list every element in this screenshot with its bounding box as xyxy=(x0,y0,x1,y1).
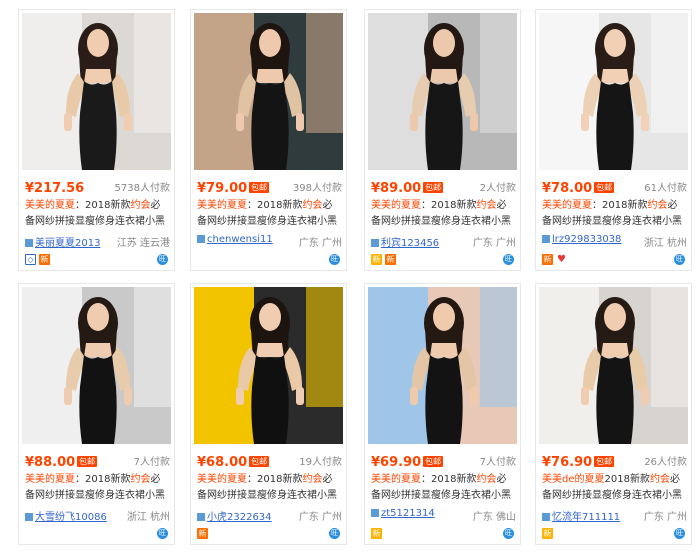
price: ¥79.00 xyxy=(197,181,248,196)
free-shipping-badge: 包邮 xyxy=(423,182,444,193)
price: ¥68.00 xyxy=(197,455,248,470)
product-image[interactable] xyxy=(539,13,688,170)
sales-count: 398人付款 xyxy=(292,183,342,194)
price: ¥69.90 xyxy=(371,455,422,470)
sales-count: 61人付款 xyxy=(644,183,687,194)
seller-location: 广东 广州 xyxy=(298,512,342,523)
new-seller-icon[interactable]: 新 xyxy=(385,254,396,265)
store-icon xyxy=(542,513,550,521)
heart-icon[interactable]: ♥ xyxy=(556,254,567,265)
gold-seller-icon[interactable]: 新 xyxy=(542,528,553,539)
price: ¥76.90 xyxy=(542,455,593,470)
seller-location: 广东 广州 xyxy=(643,512,687,523)
seller-name[interactable]: zt5121314 xyxy=(371,508,435,519)
store-icon xyxy=(197,235,205,243)
sales-count: 2人付款 xyxy=(479,183,516,194)
product-title[interactable]: 美美的夏夏：2018新款约会必备网纱拼接显瘦修身连衣裙小黑裙 xyxy=(371,472,516,504)
store-icon xyxy=(542,235,550,243)
product-card[interactable]: ¥68.00 包邮 19人付款 美美的夏夏：2018新款约会必备网纱拼接显瘦修身连… xyxy=(190,283,347,545)
product-title[interactable]: 美美de的夏夏2018新款约会必备网纱拼接显瘦修身连衣裙小黑裙 xyxy=(542,472,687,504)
seller-location: 广东 广州 xyxy=(472,238,516,249)
product-card[interactable]: ¥76.90 包邮 26人付款 美美de的夏夏2018新款约会必备网纱拼接显瘦修身… xyxy=(535,283,692,545)
new-seller-icon[interactable]: 新 xyxy=(39,254,50,265)
free-shipping-badge: 包邮 xyxy=(249,182,270,193)
product-card[interactable]: ¥79.00 包邮 398人付款 美美的夏夏：2018新款约会必备网纱拼接显瘦修身… xyxy=(190,9,347,271)
price: ¥89.00 xyxy=(371,181,422,196)
wangwang-chat-icon[interactable]: 旺 xyxy=(329,254,340,265)
product-title[interactable]: 美美的夏夏：2018新款约会必备网纱拼接显瘦修身连衣裙小黑裙 xyxy=(197,472,342,504)
sales-count: 7人付款 xyxy=(479,457,516,468)
product-title[interactable]: 美美的夏夏：2018新款约会必备网纱拼接显瘦修身连衣裙小黑裙 xyxy=(371,198,516,230)
product-title[interactable]: 美美的夏夏：2018新款约会必备网纱拼接显瘦修身连衣裙小黑裙 xyxy=(197,198,342,230)
wangwang-chat-icon[interactable]: 旺 xyxy=(674,528,685,539)
seller-location: 浙江 杭州 xyxy=(126,512,170,523)
gold-seller-icon[interactable]: 新 xyxy=(371,254,382,265)
seller-name[interactable]: 小虎2322634 xyxy=(197,512,272,523)
wangwang-chat-icon[interactable]: 旺 xyxy=(503,528,514,539)
product-image[interactable] xyxy=(22,287,171,444)
store-icon xyxy=(371,239,379,247)
new-seller-icon[interactable]: 新 xyxy=(197,528,208,539)
wangwang-chat-icon[interactable]: 旺 xyxy=(157,528,168,539)
free-shipping-badge: 包邮 xyxy=(594,182,615,193)
product-image[interactable] xyxy=(368,287,517,444)
product-card[interactable]: ¥217.56 5738人付款 美美的夏夏：2018新款约会必备网纱拼接显瘦修身… xyxy=(18,9,175,271)
seller-name[interactable]: lrz929833038 xyxy=(542,234,621,245)
sales-count: 7人付款 xyxy=(133,457,170,468)
product-card[interactable]: ¥89.00 包邮 2人付款 美美的夏夏：2018新款约会必备网纱拼接显瘦修身连衣… xyxy=(364,9,521,271)
product-image[interactable] xyxy=(539,287,688,444)
tmall-icon[interactable]: ◇ xyxy=(25,254,36,265)
store-icon xyxy=(25,239,33,247)
sales-count: 5738人付款 xyxy=(114,183,170,194)
product-card[interactable]: ¥78.00 包邮 61人付款 美美的夏夏：2018新款约会必备网纱拼接显瘦修身连… xyxy=(535,9,692,271)
product-title[interactable]: 美美的夏夏：2018新款约会必备网纱拼接显瘦修身连衣裙小黑裙 xyxy=(25,198,170,230)
price: ¥78.00 xyxy=(542,181,593,196)
seller-name[interactable]: 大雪纷飞10086 xyxy=(25,512,107,523)
seller-location: 广东 广州 xyxy=(298,238,342,249)
store-icon xyxy=(25,513,33,521)
seller-name[interactable]: 利宾123456 xyxy=(371,238,439,249)
product-image[interactable] xyxy=(194,287,343,444)
product-image[interactable] xyxy=(194,13,343,170)
wangwang-chat-icon[interactable]: 旺 xyxy=(329,528,340,539)
gold-seller-icon[interactable]: 新 xyxy=(371,528,382,539)
free-shipping-badge: 包邮 xyxy=(423,456,444,467)
free-shipping-badge: 包邮 xyxy=(77,456,98,467)
product-card[interactable]: ¥69.90 包邮 7人付款 美美的夏夏：2018新款约会必备网纱拼接显瘦修身连衣… xyxy=(364,283,521,545)
seller-name[interactable]: 美丽夏夏2013 xyxy=(25,238,100,249)
seller-location: 广东 佛山 xyxy=(472,512,516,523)
seller-name[interactable]: 忆流年711111 xyxy=(542,512,620,523)
seller-location: 浙江 杭州 xyxy=(643,238,687,249)
store-icon xyxy=(197,513,205,521)
free-shipping-badge: 包邮 xyxy=(249,456,270,467)
product-title[interactable]: 美美的夏夏：2018新款约会必备网纱拼接显瘦修身连衣裙小黑裙 xyxy=(25,472,170,504)
price: ¥88.00 xyxy=(25,455,76,470)
new-seller-icon[interactable]: 新 xyxy=(542,254,553,265)
sales-count: 19人付款 xyxy=(299,457,342,468)
product-card[interactable]: ¥88.00 包邮 7人付款 美美的夏夏：2018新款约会必备网纱拼接显瘦修身连衣… xyxy=(18,283,175,545)
product-title[interactable]: 美美的夏夏：2018新款约会必备网纱拼接显瘦修身连衣裙小黑裙 xyxy=(542,198,687,230)
wangwang-chat-icon[interactable]: 旺 xyxy=(157,254,168,265)
price: ¥217.56 xyxy=(25,181,85,196)
sales-count: 26人付款 xyxy=(644,457,687,468)
store-icon xyxy=(371,509,379,517)
product-image[interactable] xyxy=(22,13,171,170)
wangwang-chat-icon[interactable]: 旺 xyxy=(674,254,685,265)
product-image[interactable] xyxy=(368,13,517,170)
seller-location: 江苏 连云港 xyxy=(116,238,170,249)
wangwang-chat-icon[interactable]: 旺 xyxy=(503,254,514,265)
free-shipping-badge: 包邮 xyxy=(594,456,615,467)
seller-name[interactable]: chenwensi11 xyxy=(197,234,273,245)
